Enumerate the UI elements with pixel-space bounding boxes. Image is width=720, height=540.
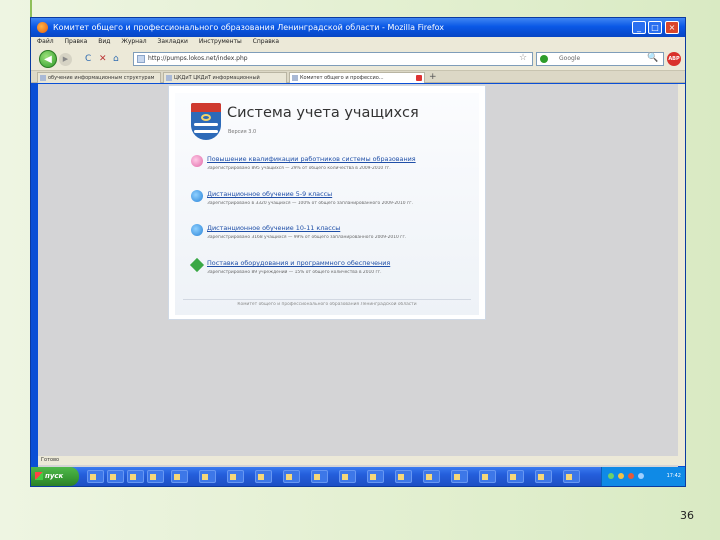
taskbar-item[interactable]: [479, 470, 496, 483]
menu-history[interactable]: Журнал: [121, 38, 146, 45]
tab-label: обучение информационным структурам: [48, 75, 155, 81]
address-text: http://pumps.lokos.net/index.php: [148, 55, 248, 62]
menu-tools[interactable]: Инструменты: [199, 38, 242, 45]
menu-file[interactable]: Файл: [37, 38, 54, 45]
taskbar-item[interactable]: [423, 470, 440, 483]
equipment-supply-icon: [189, 257, 205, 273]
status-bar: Готово: [38, 456, 678, 465]
slide-number: 36: [680, 509, 694, 522]
search-icon[interactable]: 🔍: [647, 53, 658, 63]
home-button[interactable]: ⌂: [113, 53, 119, 65]
windows-flag-icon: [35, 472, 43, 480]
entry-link-equipment[interactable]: Поставка оборудования и программного обе…: [207, 259, 471, 269]
entry-link-teacher-training[interactable]: Повышение квалификации работников систем…: [207, 155, 471, 165]
back-button[interactable]: ◀: [39, 50, 57, 68]
forward-button[interactable]: ▶: [59, 53, 72, 66]
tray-antivirus-icon[interactable]: [628, 473, 634, 479]
taskbar-item[interactable]: [127, 470, 144, 483]
adblock-icon[interactable]: ABP: [667, 52, 681, 66]
firefox-icon: [37, 22, 48, 33]
tab-close-icon[interactable]: [416, 75, 422, 81]
tray-language-icon[interactable]: [638, 473, 644, 479]
site-title: Система учета учащихся: [227, 105, 419, 121]
entry-link-grades-5-9[interactable]: Дистанционное обучение 5-9 классы: [207, 190, 471, 200]
stop-button[interactable]: ✕: [99, 53, 107, 65]
minimize-button[interactable]: _: [632, 21, 646, 34]
taskbar-item[interactable]: [107, 470, 124, 483]
reload-button[interactable]: C: [85, 53, 91, 65]
site-favicon-icon: [137, 55, 145, 63]
taskbar-item[interactable]: [563, 470, 580, 483]
entry-link-grades-10-11[interactable]: Дистанционное обучение 10-11 классы: [207, 224, 471, 234]
leningrad-oblast-coat-of-arms-icon: [191, 103, 221, 140]
entry-description: Зарегистрировано 895 учащихся — 29% от о…: [207, 166, 391, 171]
footer-divider: [183, 299, 471, 300]
search-engine-icon[interactable]: [540, 55, 548, 63]
bookmark-star-icon[interactable]: ☆: [519, 53, 527, 63]
teacher-training-icon: [191, 155, 203, 167]
tab-bar: обучение информационным структурам ЦКДиТ…: [31, 71, 685, 83]
taskbar-item[interactable]: [367, 470, 384, 483]
start-label: пуск: [45, 472, 64, 480]
taskbar-item[interactable]: [87, 470, 104, 483]
distance-learning-icon: [191, 224, 203, 236]
search-placeholder: Google: [559, 55, 581, 62]
entry-description: Зарегистрировано 89 учреждений — 15% от …: [207, 270, 382, 275]
taskbar-item[interactable]: [147, 470, 164, 483]
tab-1[interactable]: обучение информационным структурам: [37, 72, 161, 83]
list-item: Поставка оборудования и программного обе…: [189, 257, 471, 285]
window-title: Комитет общего и профессионального образ…: [53, 23, 445, 32]
taskbar-item[interactable]: [227, 470, 244, 483]
tab-favicon-icon: [292, 75, 298, 81]
menu-bookmarks[interactable]: Закладки: [158, 38, 188, 45]
new-tab-button[interactable]: +: [429, 71, 437, 83]
title-bar: Комитет общего и профессионального образ…: [31, 18, 685, 37]
menu-bar: Файл Правка Вид Журнал Закладки Инструме…: [31, 37, 685, 47]
status-text: Готово: [41, 457, 60, 463]
list-item: Дистанционное обучение 5-9 классы Зареги…: [191, 190, 471, 216]
navigation-toolbar: ◀ ▶ C ✕ ⌂ http://pumps.lokos.net/index.p…: [31, 47, 685, 71]
tab-3-active[interactable]: Комитет общего и профессио...: [289, 72, 425, 83]
entry-description: Зарегистрировано в 3320 учащихся — 100% …: [207, 201, 413, 206]
page-footer: Комитет общего и профессионального образ…: [237, 302, 417, 307]
tab-2[interactable]: ЦКДиТ ЦКДиТ информационный: [163, 72, 287, 83]
site-version: Версия 3.0: [228, 129, 257, 135]
search-input[interactable]: Google: [536, 52, 664, 66]
distance-learning-icon: [191, 190, 203, 202]
tray-volume-icon[interactable]: [618, 473, 624, 479]
tab-favicon-icon: [40, 75, 46, 81]
menu-help[interactable]: Справка: [253, 38, 279, 45]
taskbar-item[interactable]: [171, 470, 188, 483]
close-button[interactable]: ×: [665, 21, 679, 34]
taskbar-item[interactable]: [451, 470, 468, 483]
tab-favicon-icon: [166, 75, 172, 81]
window-edge: [678, 84, 685, 466]
webpage-card: Система учета учащихся Версия 3.0 Повыше…: [168, 85, 486, 320]
taskbar-item[interactable]: [395, 470, 412, 483]
tab-label: Комитет общего и профессио...: [300, 75, 384, 81]
taskbar-item[interactable]: [199, 470, 216, 483]
taskbar-item[interactable]: [283, 470, 300, 483]
entry-description: Зарегистрировано 3168 учащихся — 99% от …: [207, 235, 407, 240]
list-item: Дистанционное обучение 10-11 классы Заре…: [191, 224, 471, 250]
windows-taskbar: пуск 17:42: [31, 467, 685, 486]
taskbar-item[interactable]: [339, 470, 356, 483]
taskbar-item[interactable]: [535, 470, 552, 483]
tab-label: ЦКДиТ ЦКДиТ информационный: [174, 75, 260, 81]
menu-view[interactable]: Вид: [98, 38, 110, 45]
clock[interactable]: 17:42: [667, 473, 681, 479]
menu-edit[interactable]: Правка: [65, 38, 88, 45]
address-bar[interactable]: http://pumps.lokos.net/index.php: [133, 52, 533, 66]
tray-network-icon[interactable]: [608, 473, 614, 479]
system-tray: 17:42: [601, 467, 685, 486]
maximize-button[interactable]: □: [648, 21, 662, 34]
taskbar-item[interactable]: [311, 470, 328, 483]
taskbar-item[interactable]: [255, 470, 272, 483]
list-item: Повышение квалификации работников систем…: [191, 155, 471, 181]
start-button[interactable]: пуск: [31, 467, 79, 486]
webpage-panel: Система учета учащихся Версия 3.0 Повыше…: [175, 93, 479, 315]
taskbar-item[interactable]: [507, 470, 524, 483]
